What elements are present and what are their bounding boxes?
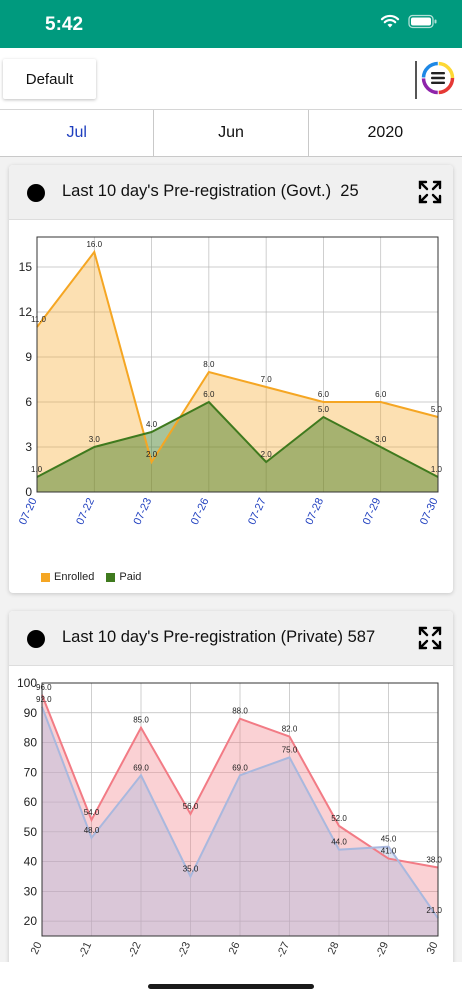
- data-label: 82.0: [282, 725, 298, 734]
- y-tick-label: 30: [24, 884, 38, 898]
- status-icons: [380, 14, 438, 29]
- data-label: 2.0: [261, 450, 273, 459]
- data-label: 6.0: [318, 390, 330, 399]
- data-label: 56.0: [183, 802, 199, 811]
- govt-card-count: 25: [340, 182, 359, 200]
- battery-icon: [408, 14, 437, 29]
- data-label: 35.0: [183, 864, 199, 873]
- x-tick-label: 20: [29, 940, 45, 956]
- private-card-header: Last 10 day's Pre-registration (Private)…: [9, 611, 453, 666]
- x-tick-label: 07-26: [189, 496, 212, 527]
- private-card-count: 587: [347, 628, 376, 646]
- x-tick-label: 26: [227, 940, 243, 956]
- y-tick-label: 15: [19, 260, 33, 274]
- status-bar: 5:42: [0, 0, 462, 48]
- default-button[interactable]: Default: [3, 59, 96, 99]
- tab-jun[interactable]: Jun: [154, 110, 309, 156]
- govt-card-header: Last 10 day's Pre-registration (Govt.) 2…: [9, 165, 453, 220]
- y-tick-label: 6: [25, 395, 32, 409]
- y-tick-label: 9: [25, 350, 32, 364]
- data-label: 88.0: [232, 707, 248, 716]
- x-tick-label: -22: [126, 940, 144, 959]
- data-label: 4.0: [146, 420, 158, 429]
- govt-card-title: Last 10 day's Pre-registration (Govt.) 2…: [62, 182, 359, 200]
- wifi-icon: [380, 14, 400, 28]
- data-label: 45.0: [381, 835, 397, 844]
- tab-2020[interactable]: 2020: [309, 110, 462, 156]
- data-label: 7.0: [261, 375, 273, 384]
- data-label: 52.0: [331, 814, 347, 823]
- x-tick-label: 07-28: [303, 496, 326, 527]
- x-tick-label: 07-27: [246, 496, 269, 527]
- data-label: 5.0: [318, 405, 330, 414]
- x-tick-label: -23: [176, 940, 194, 959]
- home-indicator: [148, 984, 314, 989]
- data-label: 75.0: [282, 745, 298, 754]
- legend-paid: Paid: [106, 571, 141, 583]
- top-toolbar: Default: [0, 48, 462, 110]
- x-tick-label: -27: [275, 940, 293, 959]
- data-label: 16.0: [86, 240, 102, 249]
- data-label: 6.0: [375, 390, 387, 399]
- x-tick-label: 30: [425, 940, 441, 956]
- menu-icon[interactable]: [421, 61, 455, 95]
- y-tick-label: 50: [24, 825, 38, 839]
- x-tick-label: 07-22: [74, 496, 97, 527]
- data-label: 2.0: [146, 450, 158, 459]
- legend-enrolled: Enrolled: [41, 571, 94, 583]
- status-dot: [27, 184, 45, 202]
- data-label: 69.0: [133, 763, 149, 772]
- private-card-title: Last 10 day's Pre-registration (Private)…: [62, 628, 376, 646]
- toolbar-divider: [415, 61, 417, 99]
- x-tick-label: 07-29: [361, 496, 384, 527]
- data-label: 3.0: [375, 435, 387, 444]
- private-card: Last 10 day's Pre-registration (Private)…: [9, 611, 453, 971]
- data-label: 3.0: [89, 435, 101, 444]
- y-tick-label: 90: [24, 706, 38, 720]
- status-time: 5:42: [45, 14, 84, 35]
- expand-icon[interactable]: [417, 179, 443, 205]
- status-dot: [27, 630, 45, 648]
- private-chart: 20 30 40 50 60 70 80 90 100 96.0 54.0 85.0 56.0 88.0 8…: [17, 676, 443, 960]
- x-tick-label: 07-23: [132, 496, 155, 527]
- y-tick-label: 40: [24, 855, 38, 869]
- x-tick-label: -29: [374, 940, 392, 959]
- private-chart-area: 20 30 40 50 60 70 80 90 100 96.0 54.0 85.0 56.0 88.0 8…: [9, 666, 453, 971]
- x-tick-label: 28: [326, 940, 342, 956]
- data-label: 48.0: [84, 826, 100, 835]
- data-label: 54.0: [84, 808, 100, 817]
- data-label: 41.0: [381, 847, 397, 856]
- data-label: 1.0: [431, 465, 443, 474]
- data-label: 92.0: [36, 695, 52, 704]
- y-tick-label: 3: [25, 440, 32, 454]
- y-tick-label: 70: [24, 765, 38, 779]
- period-tabs: Jul Jun 2020: [0, 110, 462, 157]
- data-label: 38.0: [426, 856, 442, 865]
- data-label: 44.0: [331, 838, 347, 847]
- data-label: 5.0: [431, 405, 443, 414]
- data-label: 8.0: [203, 360, 215, 369]
- govt-chart-legend: Enrolled Paid: [41, 571, 147, 583]
- data-label: 96.0: [36, 683, 52, 692]
- y-tick-label: 100: [17, 676, 37, 690]
- x-tick-label: -21: [77, 940, 95, 959]
- govt-card: Last 10 day's Pre-registration (Govt.) 2…: [9, 165, 453, 593]
- data-label: 69.0: [232, 763, 248, 772]
- data-label: 6.0: [203, 390, 215, 399]
- y-tick-label: 60: [24, 795, 38, 809]
- govt-chart-area: 0 3 6 9 12 15 11.0 16.0 2.0 8.0 7.0 6.0 6.0 5.0 1.0 3.0…: [9, 220, 453, 593]
- expand-icon[interactable]: [417, 625, 443, 651]
- data-label: 85.0: [133, 716, 149, 725]
- x-tick-label: 07-30: [418, 496, 441, 527]
- x-tick-label: 07-20: [17, 496, 40, 527]
- data-label: 21.0: [426, 906, 442, 915]
- data-label: 11.0: [31, 315, 47, 324]
- y-tick-label: 20: [24, 914, 38, 928]
- bottom-safe-area: [0, 962, 462, 1000]
- y-tick-label: 80: [24, 736, 38, 750]
- govt-chart: 0369121511.016.02.08.07.06.0 6.05.01.03.0…: [17, 236, 443, 527]
- tab-jul[interactable]: Jul: [0, 110, 155, 156]
